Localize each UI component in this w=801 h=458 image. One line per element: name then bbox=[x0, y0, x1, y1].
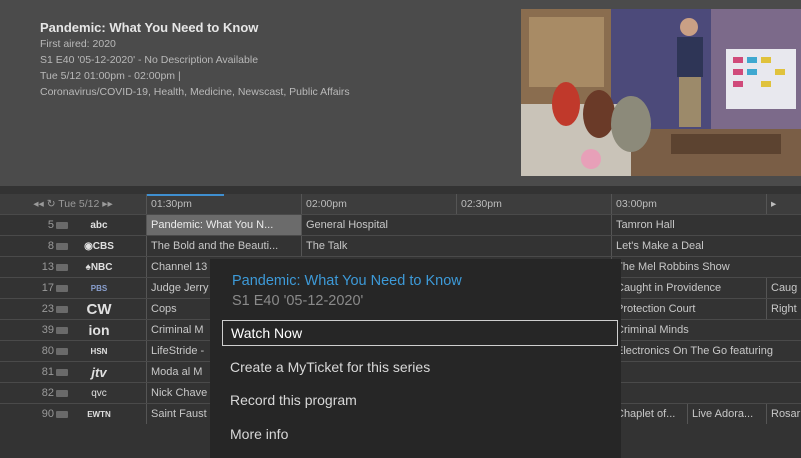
channel-number: 13 bbox=[41, 261, 54, 273]
program-cell[interactable]: Tamron Hall bbox=[611, 215, 801, 235]
program-cell[interactable]: Chaplet of... bbox=[611, 404, 687, 424]
program-cell[interactable]: The Talk bbox=[301, 236, 611, 256]
date-navigator[interactable]: ◂◂ ↻ Tue 5/12 ▸▸ bbox=[0, 194, 146, 214]
channel-row: 8 ◉CBS The Bold and the Beauti... The Ta… bbox=[0, 235, 801, 257]
channel-info[interactable]: 81 jtv bbox=[0, 362, 146, 383]
create-myticket-button[interactable]: Create a MyTicket for this series bbox=[222, 354, 618, 380]
menu-subtitle: S1 E40 '05-12-2020' bbox=[232, 293, 364, 309]
channel-logo: PBS bbox=[90, 284, 108, 293]
guide-time-header: ◂◂ ↻ Tue 5/12 ▸▸ 01:30pm 02:00pm 02:30pm… bbox=[0, 194, 801, 214]
channel-info[interactable]: 82 qvc bbox=[0, 383, 146, 404]
channel-logo: EWTN bbox=[87, 410, 111, 419]
hd-badge-icon bbox=[56, 390, 68, 397]
program-cell[interactable]: Pandemic: What You N... bbox=[146, 215, 301, 235]
channel-number: 81 bbox=[41, 366, 54, 378]
channel-number: 90 bbox=[41, 408, 54, 420]
channel-info[interactable]: 5 abc bbox=[0, 215, 146, 236]
next-page-arrow[interactable]: ▸ bbox=[766, 194, 801, 214]
channel-info[interactable]: 80 HSN bbox=[0, 341, 146, 362]
hd-badge-icon bbox=[56, 369, 68, 376]
program-options-menu: Pandemic: What You Need to Know S1 E40 '… bbox=[210, 259, 621, 458]
program-genres: Coronavirus/COVID-19, Health, Medicine, … bbox=[40, 86, 350, 98]
hd-badge-icon bbox=[56, 264, 68, 271]
channel-number: 39 bbox=[41, 324, 54, 336]
video-preview-image bbox=[521, 9, 801, 176]
channel-logo: ion bbox=[88, 322, 110, 338]
channel-info[interactable]: 23 CW bbox=[0, 299, 146, 320]
channel-logo: CW bbox=[86, 301, 112, 318]
more-info-button[interactable]: More info bbox=[222, 421, 618, 447]
program-cell[interactable]: Caug bbox=[766, 278, 801, 298]
program-cell[interactable]: Protection Court bbox=[611, 299, 766, 319]
program-cell[interactable]: The Bold and the Beauti... bbox=[146, 236, 301, 256]
menu-title: Pandemic: What You Need to Know bbox=[232, 273, 462, 289]
channel-number: 17 bbox=[41, 282, 54, 294]
channel-number: 23 bbox=[41, 303, 54, 315]
hd-badge-icon bbox=[56, 243, 68, 250]
program-cell[interactable]: The Mel Robbins Show bbox=[611, 257, 801, 277]
channel-logo: jtv bbox=[91, 365, 107, 380]
episode-info: S1 E40 '05-12-2020' - No Description Ava… bbox=[40, 54, 259, 66]
hd-badge-icon bbox=[56, 285, 68, 292]
program-cell[interactable]: Caught in Providence bbox=[611, 278, 766, 298]
program-cell[interactable]: Rosar bbox=[766, 404, 801, 424]
channel-row: 5 abc Pandemic: What You N... General Ho… bbox=[0, 214, 801, 236]
channel-info[interactable]: 17 PBS bbox=[0, 278, 146, 299]
program-cell[interactable]: Let's Make a Deal bbox=[611, 236, 801, 256]
hd-badge-icon bbox=[56, 222, 68, 229]
channel-info[interactable]: 39 ion bbox=[0, 320, 146, 341]
channel-number: 5 bbox=[47, 219, 54, 231]
channel-logo: HSN bbox=[90, 347, 108, 356]
channel-info[interactable]: 90 EWTN bbox=[0, 404, 146, 425]
first-aired: First aired: 2020 bbox=[40, 38, 116, 50]
channel-number: 8 bbox=[47, 240, 54, 252]
video-preview[interactable] bbox=[521, 9, 801, 176]
program-cell[interactable]: Live Adora... bbox=[687, 404, 766, 424]
channel-number: 82 bbox=[41, 387, 54, 399]
channel-logo: qvc bbox=[91, 388, 107, 399]
channel-logo: abc bbox=[90, 220, 108, 231]
program-cell[interactable]: Criminal Minds bbox=[611, 320, 801, 340]
channel-number: 80 bbox=[41, 345, 54, 357]
program-title: Pandemic: What You Need to Know bbox=[40, 20, 259, 35]
time-slot: 03:00pm bbox=[611, 194, 766, 214]
program-cell[interactable]: General Hospital bbox=[301, 215, 611, 235]
program-info-panel: Pandemic: What You Need to Know First ai… bbox=[0, 0, 801, 186]
hd-badge-icon bbox=[56, 411, 68, 418]
hd-badge-icon bbox=[56, 348, 68, 355]
channel-logo: ◉CBS bbox=[84, 241, 114, 252]
channel-info[interactable]: 8 ◉CBS bbox=[0, 236, 146, 257]
program-cell[interactable]: Electronics On The Go featuring bbox=[611, 341, 801, 361]
hd-badge-icon bbox=[56, 327, 68, 334]
hd-badge-icon bbox=[56, 306, 68, 313]
air-time: Tue 5/12 01:00pm - 02:00pm | bbox=[40, 70, 181, 82]
watch-now-button[interactable]: Watch Now bbox=[222, 320, 618, 346]
program-details: Pandemic: What You Need to Know First ai… bbox=[40, 20, 350, 100]
time-slot: 02:00pm bbox=[301, 194, 456, 214]
record-program-button[interactable]: Record this program bbox=[222, 387, 618, 413]
channel-info[interactable]: 13 ♠NBC bbox=[0, 257, 146, 278]
time-slot: 02:30pm bbox=[456, 194, 611, 214]
program-cell[interactable]: Right bbox=[766, 299, 801, 319]
time-slot: 01:30pm bbox=[146, 194, 301, 214]
channel-logo: ♠NBC bbox=[85, 262, 113, 273]
